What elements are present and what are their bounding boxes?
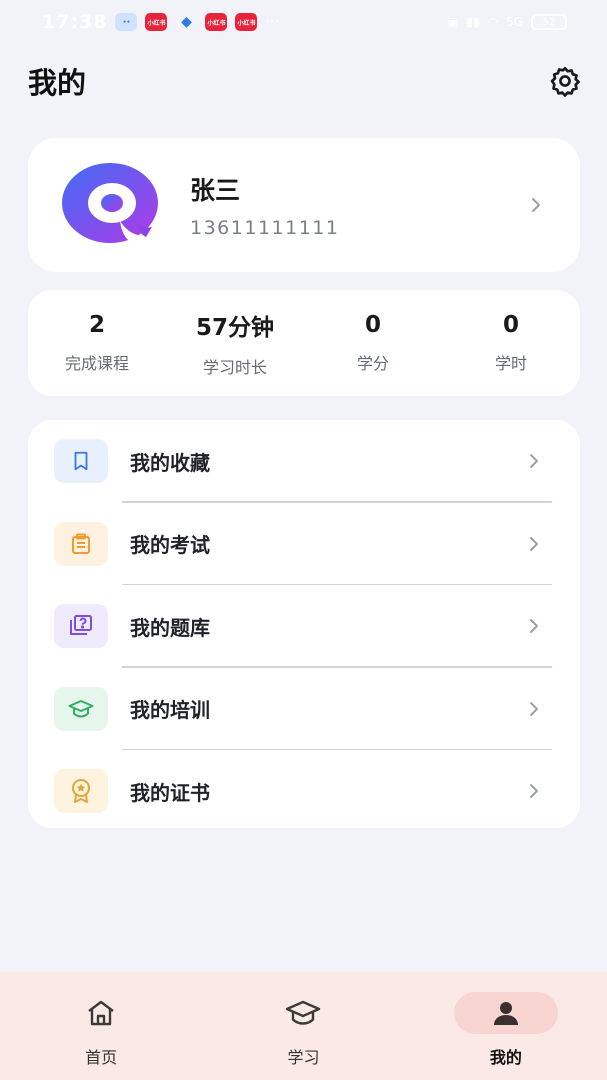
status-right: ▣ ▮▮ ◠ 5G 52 (447, 14, 567, 30)
network-type: 5G (506, 15, 523, 29)
menu-icon-bg (54, 769, 108, 814)
menu-item-certificates[interactable]: 我的证书 (28, 750, 580, 833)
avatar (62, 163, 158, 243)
stat-value: 0 (364, 312, 381, 338)
chevron-right-icon (530, 784, 538, 799)
nav-label: 我的 (489, 1048, 522, 1067)
graduation-cap-icon (286, 1000, 321, 1025)
battery-icon: 52 (531, 14, 567, 30)
status-app-icon-2: 小红书 (145, 13, 168, 31)
nav-label: 学习 (287, 1048, 320, 1067)
user-icon (493, 1002, 518, 1025)
status-app-icon-4: 小红书 (205, 13, 228, 31)
stat-label: 学分 (356, 354, 389, 373)
nav-mine[interactable]: 我的 (405, 972, 607, 1080)
question-bank-icon (70, 615, 92, 636)
stat-value: 0 (502, 312, 519, 338)
nav-icon-wrap (453, 992, 558, 1034)
stats-card: 2 完成课程 57分钟 学习时长 0 学分 0 学时 (28, 290, 580, 396)
profile-phone: 13611111111 (190, 217, 340, 239)
chevron-right-icon (530, 619, 538, 634)
award-badge-icon (72, 779, 90, 804)
gear-icon (550, 67, 580, 97)
settings-button[interactable] (547, 63, 583, 99)
status-time: 17:38 (42, 11, 108, 33)
chevron-right-icon (532, 198, 540, 212)
page-title: 我的 (28, 66, 87, 100)
signal-icon: ▮▮ (466, 15, 480, 29)
stat-completed-courses[interactable]: 2 完成课程 (28, 312, 166, 374)
nav-icon-wrap (251, 992, 355, 1034)
stat-label: 完成课程 (64, 354, 129, 373)
wifi-icon: ◠ (487, 15, 499, 29)
status-bar: 17:38 •• 小红书 ◆ 小红书 小红书 ··· ▣ ▮▮ ◠ 5G 52 (0, 0, 607, 44)
stat-label: 学习时长 (202, 358, 267, 377)
status-left: 17:38 •• 小红书 ◆ 小红书 小红书 ··· (42, 11, 279, 33)
status-app-icon-5: 小红书 (235, 13, 258, 31)
menu-icon-bg (54, 686, 108, 731)
status-app-icon-1: •• (115, 13, 138, 31)
page-header: 我的 (0, 56, 607, 106)
stat-study-duration[interactable]: 57分钟 学习时长 (166, 308, 304, 378)
menu-icon-bg (54, 521, 108, 566)
menu-item-favorites[interactable]: 我的收藏 (28, 420, 580, 503)
menu-icon-bg (54, 439, 108, 484)
chevron-right-icon (530, 536, 538, 551)
profile-info: 张三 13611111111 (190, 171, 526, 239)
profile-card[interactable]: 张三 13611111111 (28, 138, 580, 272)
status-more: ··· (265, 14, 279, 30)
menu-label: 我的培训 (130, 698, 210, 723)
bookmark-icon (74, 452, 88, 471)
menu-label: 我的收藏 (130, 450, 210, 475)
menu-label: 我的题库 (130, 615, 210, 640)
stat-value: 2 (88, 312, 105, 338)
menu-icon-bg (54, 604, 108, 649)
nav-home[interactable]: 首页 (0, 972, 202, 1080)
status-app-icon-3: ◆ (181, 14, 192, 30)
menu-item-exams[interactable]: 我的考试 (28, 503, 580, 585)
menu-label: 我的证书 (130, 780, 210, 805)
menu-item-training[interactable]: 我的培训 (28, 668, 580, 750)
nav-label: 首页 (85, 1048, 118, 1067)
home-icon (88, 1000, 114, 1026)
chevron-right-icon (530, 454, 538, 469)
clipboard-icon (72, 533, 90, 554)
stat-class-hours[interactable]: 0 学时 (442, 312, 580, 374)
nav-study[interactable]: 学习 (202, 972, 404, 1080)
stat-credits[interactable]: 0 学分 (304, 312, 442, 374)
nav-icon-wrap (49, 992, 153, 1034)
menu-label: 我的考试 (130, 533, 210, 558)
graduation-cap-icon (68, 699, 94, 718)
profile-name: 张三 (190, 176, 241, 205)
stat-label: 学时 (494, 354, 527, 373)
menu-card: 我的收藏 我的考试 我的题库 我的培训 我的证书 (28, 420, 580, 828)
menu-item-question-bank[interactable]: 我的题库 (28, 585, 580, 668)
vibrate-icon: ▣ (447, 15, 459, 29)
bottom-nav: 首页 学习 我的 (0, 972, 607, 1080)
chevron-right-icon (530, 701, 538, 716)
stat-value: 57分钟 (195, 315, 274, 341)
